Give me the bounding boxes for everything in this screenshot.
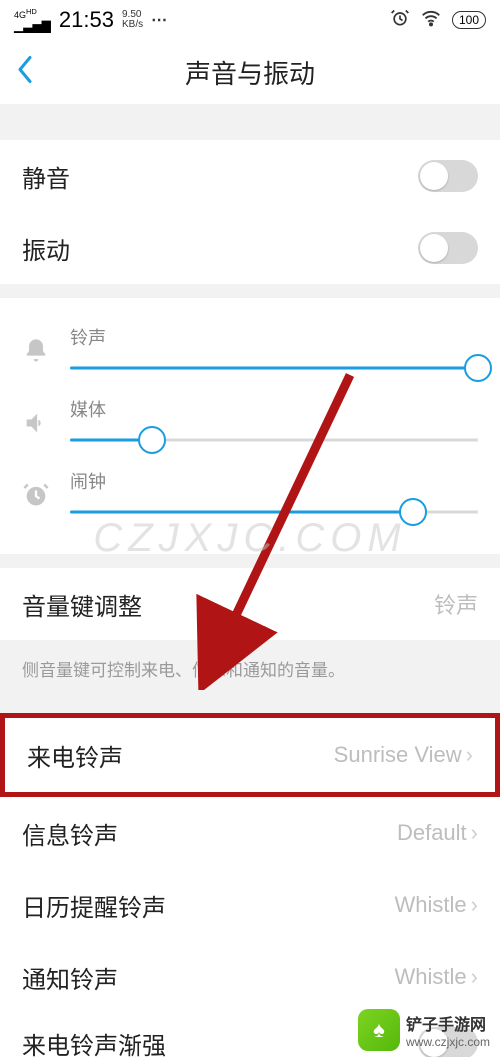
volkey-label: 音量键调整 [22, 587, 142, 622]
volkey-desc: 侧音量键可控制来电、信息和通知的音量。 [0, 640, 500, 691]
alarm-icon [390, 8, 410, 33]
media-label: 媒体 [70, 396, 478, 422]
back-button[interactable] [16, 55, 34, 90]
clock-icon [22, 481, 50, 514]
battery-icon: 100 [452, 11, 486, 29]
bell-icon [22, 337, 50, 370]
alarm-label: 闹钟 [70, 468, 478, 494]
chevron-right-icon: › [471, 892, 478, 918]
row-ringtone[interactable]: 来电铃声 Sunrise View › [0, 713, 500, 797]
row-ascending[interactable]: 来电铃声渐强 [0, 1013, 500, 1057]
calendar-label: 日历提醒铃声 [22, 888, 166, 923]
message-value: Default [397, 820, 467, 846]
volume-sliders: 铃声 媒体 闹钟 [0, 298, 500, 554]
slider-ring[interactable]: 铃声 [22, 324, 478, 382]
page-title: 声音与振动 [0, 54, 500, 91]
chevron-right-icon: › [471, 964, 478, 990]
vibrate-label: 振动 [22, 231, 70, 266]
wifi-icon [420, 7, 442, 34]
volkey-value: 铃声 [434, 588, 478, 620]
slider-media[interactable]: 媒体 [22, 396, 478, 454]
notify-label: 通知铃声 [22, 960, 118, 995]
ringtone-label: 来电铃声 [27, 738, 123, 773]
row-notify-tone[interactable]: 通知铃声 Whistle › [0, 941, 500, 1013]
ascend-label: 来电铃声渐强 [22, 1026, 166, 1057]
notify-value: Whistle [395, 964, 467, 990]
row-volume-key[interactable]: 音量键调整 铃声 [0, 568, 500, 640]
slider-alarm[interactable]: 闹钟 [22, 468, 478, 526]
speaker-icon [22, 409, 50, 442]
row-mute[interactable]: 静音 [0, 140, 500, 212]
ringtone-value: Sunrise View [334, 742, 462, 768]
page-header: 声音与振动 [0, 40, 500, 104]
mute-toggle[interactable] [418, 160, 478, 192]
vibrate-toggle[interactable] [418, 232, 478, 264]
row-calendar-tone[interactable]: 日历提醒铃声 Whistle › [0, 869, 500, 941]
signal-icon: 4GHD ▁▃▅▇ [14, 8, 51, 32]
status-speed: 9.50 KB/s [122, 10, 143, 30]
chevron-right-icon: › [471, 820, 478, 846]
status-bar: 4GHD ▁▃▅▇ 21:53 9.50 KB/s ⋯ 100 [0, 0, 500, 40]
message-label: 信息铃声 [22, 816, 118, 851]
ring-label: 铃声 [70, 324, 478, 350]
ascend-toggle[interactable] [418, 1027, 478, 1057]
status-time: 21:53 [59, 7, 114, 33]
row-vibrate[interactable]: 振动 [0, 212, 500, 284]
mute-label: 静音 [22, 159, 70, 194]
chevron-right-icon: › [466, 742, 473, 768]
row-message-tone[interactable]: 信息铃声 Default › [0, 797, 500, 869]
calendar-value: Whistle [395, 892, 467, 918]
more-icon: ⋯ [151, 10, 169, 30]
